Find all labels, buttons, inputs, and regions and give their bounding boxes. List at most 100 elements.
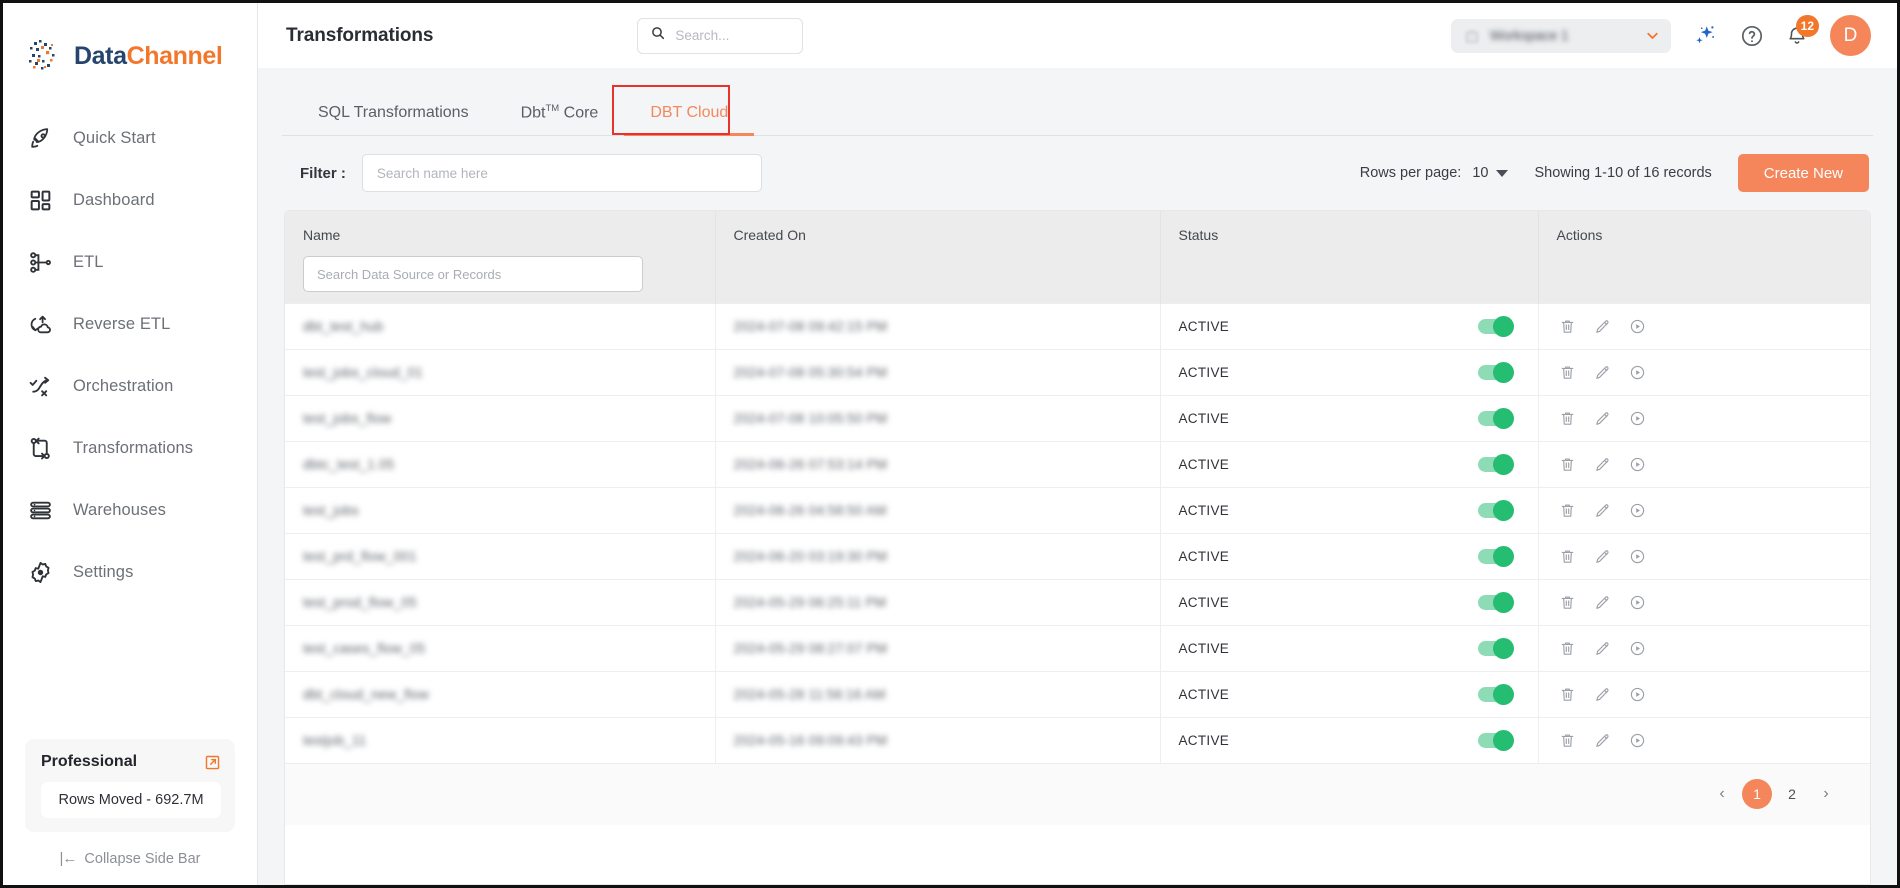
trash-icon[interactable] [1559,502,1576,519]
pencil-icon[interactable] [1594,594,1611,611]
status-toggle[interactable] [1477,729,1514,751]
trash-icon[interactable] [1559,364,1576,381]
cell-actions [1538,302,1870,349]
cell-actions [1538,394,1871,441]
play-circle-icon[interactable] [1629,318,1646,335]
top-bar: Transformations W [258,3,1897,68]
play-circle-icon[interactable] [1629,686,1646,703]
cell-status: ACTIVE [1160,578,1539,625]
sidebar-item-label: Orchestration [73,376,174,395]
cell-created-on: 2024-05-29 08:27:07 PM [715,624,1161,671]
help-button[interactable] [1740,24,1764,48]
status-toggle[interactable] [1477,407,1514,429]
trash-icon[interactable] [1559,732,1576,749]
trash-icon[interactable] [1559,456,1576,473]
sidebar-footer: Professional Rows Moved - 692.7M |← Coll… [3,739,257,885]
status-toggle[interactable] [1477,637,1514,659]
column-header-actions: Actions [1538,211,1870,303]
sidebar-item-transformations[interactable]: Transformations [3,417,257,479]
transformation-name: dbtc_test_1.05 [303,456,395,472]
brand-text-data: Data [74,41,127,70]
trash-icon[interactable] [1559,686,1576,703]
sidebar-item-etl[interactable]: ETL [3,231,257,293]
status-toggle[interactable] [1477,315,1514,337]
trash-icon[interactable] [1559,548,1576,565]
table-row: test_prod_flow_05 2024-05-29 06:25:11 PM A… [285,578,1870,625]
trash-icon[interactable] [1559,318,1576,335]
global-search[interactable] [637,17,804,54]
status-toggle[interactable] [1477,361,1514,383]
table-row: test_jobs_flow 2024-07-08 10:05:50 PM ACTI… [285,394,1871,441]
plan-card: Professional Rows Moved - 692.7M [25,739,235,832]
column-header-name: Name [285,211,716,303]
collapse-sidebar-label: Collapse Side Bar [84,850,201,867]
pencil-icon[interactable] [1594,318,1611,335]
cell-status: ACTIVE [1160,716,1539,763]
rows-per-page-select[interactable]: 10 [1472,165,1509,181]
transformations-table: Name Created On Status Actions [285,211,1870,763]
ai-sparkle-button[interactable] [1693,23,1718,48]
search-input[interactable] [675,28,791,43]
pagination-page-2[interactable]: 2 [1778,780,1806,808]
play-circle-icon[interactable] [1629,732,1646,749]
pencil-icon[interactable] [1594,640,1611,657]
brand-text-channel: Channel [126,41,223,70]
table-head: Name Created On Status Actions [285,211,1870,303]
external-link-icon[interactable] [204,754,221,771]
pencil-icon[interactable] [1594,732,1611,749]
sidebar-item-label: Warehouses [73,500,167,519]
brand-wordmark: DataChannel [74,41,223,71]
status-toggle[interactable] [1477,683,1514,705]
trash-icon[interactable] [1559,594,1576,611]
page-title: Transformations [286,24,434,46]
sidebar-item-settings[interactable]: Settings [3,541,257,603]
avatar[interactable]: D [1830,15,1871,56]
sidebar-item-orchestration[interactable]: Orchestration [3,355,257,417]
cell-status: ACTIVE [1160,670,1539,717]
sidebar-item-reverse-etl[interactable]: Reverse ETL [3,293,257,355]
status-toggle[interactable] [1477,453,1514,475]
status-toggle[interactable] [1477,499,1514,521]
pencil-icon[interactable] [1594,502,1611,519]
row-actions [1557,410,1871,427]
records-summary: Showing 1-10 of 16 records [1534,165,1712,181]
orchestration-path-icon [27,373,53,399]
column-header-label: Status [1178,227,1219,243]
tab-dbt-cloud[interactable]: DBT Cloud [624,104,755,136]
status-badge: ACTIVE [1178,732,1230,748]
play-circle-icon[interactable] [1629,640,1646,657]
pagination-next-button[interactable]: › [1812,780,1840,808]
create-new-button[interactable]: Create New [1737,154,1869,192]
collapse-sidebar-button[interactable]: |← Collapse Side Bar [25,850,235,867]
pencil-icon[interactable] [1594,686,1611,703]
play-circle-icon[interactable] [1629,502,1646,519]
pencil-icon[interactable] [1594,456,1611,473]
play-circle-icon[interactable] [1629,548,1646,565]
pencil-icon[interactable] [1594,410,1611,427]
workspace-selector[interactable]: Workspace 1 [1451,18,1671,53]
pencil-icon[interactable] [1594,364,1611,381]
created-on-value: 2024-07-08 05:30:54 PM [733,364,888,380]
pagination-page-1[interactable]: 1 [1742,779,1772,809]
brand-logo[interactable]: DataChannel [3,3,257,81]
status-toggle[interactable] [1477,591,1514,613]
sidebar-item-dashboard[interactable]: Dashboard [3,169,257,231]
tab-sql-transformations[interactable]: SQL Transformations [292,104,495,135]
sidebar-item-warehouses[interactable]: Warehouses [3,479,257,541]
name-column-search-input[interactable] [303,256,643,292]
sidebar-item-quick-start[interactable]: Quick Start [3,107,257,169]
status-wrapper: ACTIVE [1179,626,1538,671]
pagination-prev-button[interactable]: ‹ [1708,780,1736,808]
play-circle-icon[interactable] [1629,456,1646,473]
notifications-button[interactable]: 12 [1786,14,1819,48]
trash-icon[interactable] [1559,410,1576,427]
play-circle-icon[interactable] [1629,364,1646,381]
pencil-icon[interactable] [1594,548,1611,565]
status-toggle[interactable] [1477,545,1514,567]
play-circle-icon[interactable] [1629,594,1646,611]
tab-dbt-core[interactable]: DbtTM Core [495,103,625,135]
play-circle-icon[interactable] [1629,410,1646,427]
trash-icon[interactable] [1559,640,1576,657]
cell-name: test_jobs_flow [285,394,716,441]
filter-input[interactable] [361,154,762,192]
